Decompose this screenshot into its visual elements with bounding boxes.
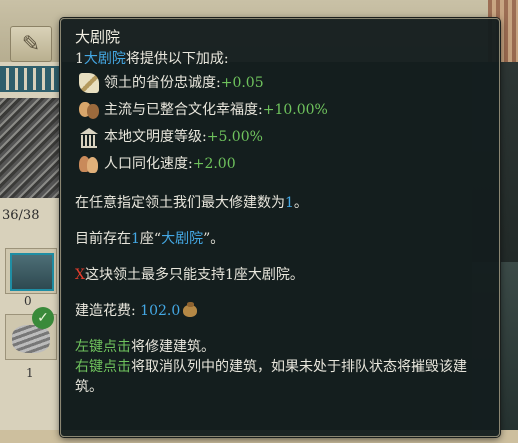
people-icon [79, 154, 99, 174]
right-click-hint: 右键点击将取消队列中的建筑，如果未处于排队状态将摧毁该建筑。 [75, 357, 485, 397]
building-icon [12, 325, 50, 353]
cost-line: 建造花费: 102.0 [75, 301, 485, 321]
meander-border [0, 66, 60, 92]
existing-prefix: 目前存在 [75, 231, 131, 247]
max-build-text: 在任意指定领土我们最大修建数为 [75, 195, 285, 211]
bonus-value: +0.05 [220, 74, 264, 91]
intro-building-link: 大剧院 [83, 51, 126, 67]
limit-line: X这块领土最多只能支持1座大剧院。 [75, 265, 485, 285]
slot-count: 0 [24, 294, 32, 308]
bonus-label: 人口同化速度: [104, 155, 193, 172]
tooltip-title: 大剧院 [75, 28, 121, 46]
bonus-value: +10.00% [262, 101, 328, 118]
cost-value: 102.0 [140, 303, 181, 319]
bonus-row-loyalty: 领土的省份忠诚度: +0.05 [75, 69, 485, 96]
bonus-label: 领土的省份忠诚度: [104, 74, 221, 91]
building-tooltip: 大剧院 1大剧院将提供以下加成: 领土的省份忠诚度: +0.05 主流与已整合文化… [60, 18, 500, 437]
bonus-value: +2.00 [192, 155, 236, 172]
right-click-text: 将取消队列中的建筑，如果未处于排队状态将摧毁该建筑。 [75, 359, 467, 395]
theater-masks-icon [79, 100, 99, 120]
temple-icon [79, 127, 99, 148]
existing-end: ”。 [203, 231, 225, 247]
scroll-button[interactable]: ✎ [10, 26, 52, 62]
left-click-key: 左键点击 [75, 339, 131, 355]
left-click-text: 将修建建筑。 [131, 339, 215, 355]
building-icon [10, 253, 54, 291]
building-slot-theater[interactable] [5, 248, 57, 294]
max-build-line: 在任意指定领土我们最大修建数为1。 [75, 193, 485, 213]
building-slot-counter: 36/38 [2, 208, 40, 223]
quill-icon [79, 72, 99, 93]
money-bag-icon [182, 302, 198, 318]
bonus-label: 主流与已整合文化幸福度: [104, 101, 263, 118]
max-build-end: 。 [293, 195, 308, 211]
existing-mid: 座“ [139, 231, 162, 247]
building-slot-other[interactable]: ✓ [5, 307, 57, 360]
left-click-hint: 左键点击将修建建筑。 [75, 337, 485, 357]
right-click-key: 右键点击 [75, 359, 131, 375]
action-hints: 左键点击将修建建筑。 右键点击将取消队列中的建筑，如果未处于排队状态将摧毁该建筑… [75, 337, 485, 397]
intro-count: 1 [75, 51, 84, 67]
cost-label: 建造花费: [75, 303, 136, 319]
max-build-value: 1 [285, 195, 294, 211]
slot-count: 1 [26, 366, 34, 380]
bonus-row-happiness: 主流与已整合文化幸福度: +10.00% [75, 96, 485, 123]
intro-suffix: 将提供以下加成: [125, 51, 229, 67]
bonus-row-assimilation: 人口同化速度: +2.00 [75, 150, 485, 177]
province-illustration [0, 98, 60, 198]
check-icon: ✓ [32, 307, 54, 329]
bonus-intro: 1大剧院将提供以下加成: [75, 49, 485, 69]
bonus-value: +5.00% [206, 128, 263, 145]
existing-count: 1 [131, 231, 140, 247]
error-x-icon: X [75, 267, 85, 283]
existing-line: 目前存在1座“大剧院”。 [75, 229, 485, 249]
limit-text: 这块领土最多只能支持1座大剧院。 [84, 267, 304, 283]
scroll-icon: ✎ [21, 31, 41, 57]
existing-building-link: 大剧院 [161, 231, 204, 247]
bonus-label: 本地文明度等级: [104, 128, 207, 145]
bonus-row-civilization: 本地文明度等级: +5.00% [75, 123, 485, 150]
